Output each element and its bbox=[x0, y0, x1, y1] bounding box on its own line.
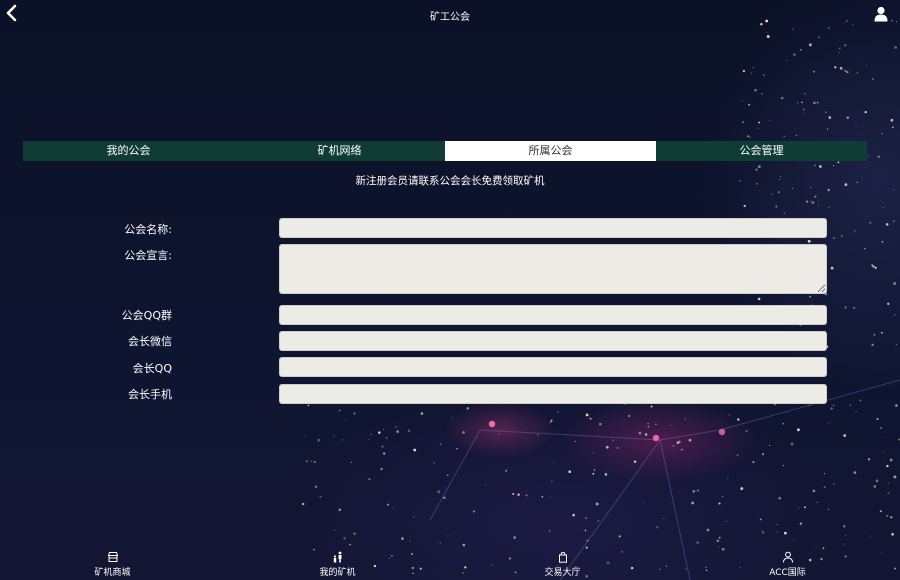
miner-icon bbox=[333, 551, 341, 563]
guild-name-label: 公会名称: bbox=[124, 223, 172, 236]
page-title: 矿工公会 bbox=[430, 12, 470, 23]
tab-guild-management[interactable]: 公会管理 bbox=[656, 141, 867, 161]
user-icon bbox=[782, 551, 793, 563]
nav-miner-store[interactable]: 矿机商城 bbox=[0, 548, 225, 580]
nav-trading-hall-label: 交易大厅 bbox=[544, 568, 581, 578]
tab-miner-network[interactable]: 矿机网络 bbox=[234, 141, 445, 161]
guild-qq-group-input[interactable] bbox=[279, 305, 827, 325]
tab-bar: 我的公会 矿机网络 所属公会 公会管理 bbox=[23, 141, 867, 161]
leader-qq-input[interactable] bbox=[279, 357, 827, 377]
nav-miner-store-label: 矿机商城 bbox=[94, 568, 131, 578]
nav-acc-international[interactable]: ACC国际 bbox=[675, 548, 900, 580]
bottom-nav: 矿机商城 我的矿机 交易大厅 ACC国际 bbox=[0, 548, 900, 580]
leader-phone-label: 会长手机 bbox=[128, 388, 172, 401]
notice-text: 新注册会员请联系公会会长免费领取矿机 bbox=[355, 175, 545, 187]
nav-acc-international-label: ACC国际 bbox=[769, 568, 806, 578]
nav-my-miners-label: 我的矿机 bbox=[319, 568, 356, 578]
user-icon[interactable] bbox=[874, 6, 888, 22]
shopping-bag-icon bbox=[558, 552, 567, 563]
guild-declaration-label: 公会宣言: bbox=[124, 249, 172, 262]
guild-name-input[interactable] bbox=[279, 218, 827, 238]
leader-qq-label: 会长QQ bbox=[132, 362, 172, 375]
guild-declaration-textarea[interactable] bbox=[279, 244, 827, 294]
store-icon bbox=[107, 552, 118, 562]
guild-qq-group-label: 公会QQ群 bbox=[121, 309, 172, 322]
leader-phone-input[interactable] bbox=[279, 384, 827, 404]
tab-affiliated-guild[interactable]: 所属公会 bbox=[445, 141, 656, 161]
leader-wechat-label: 会长微信 bbox=[128, 335, 172, 348]
header-bar: 矿工公会 bbox=[0, 0, 900, 28]
tab-my-guild[interactable]: 我的公会 bbox=[23, 141, 234, 161]
nav-my-miners[interactable]: 我的矿机 bbox=[225, 548, 450, 580]
leader-wechat-input[interactable] bbox=[279, 331, 827, 351]
nav-trading-hall[interactable]: 交易大厅 bbox=[450, 548, 675, 580]
